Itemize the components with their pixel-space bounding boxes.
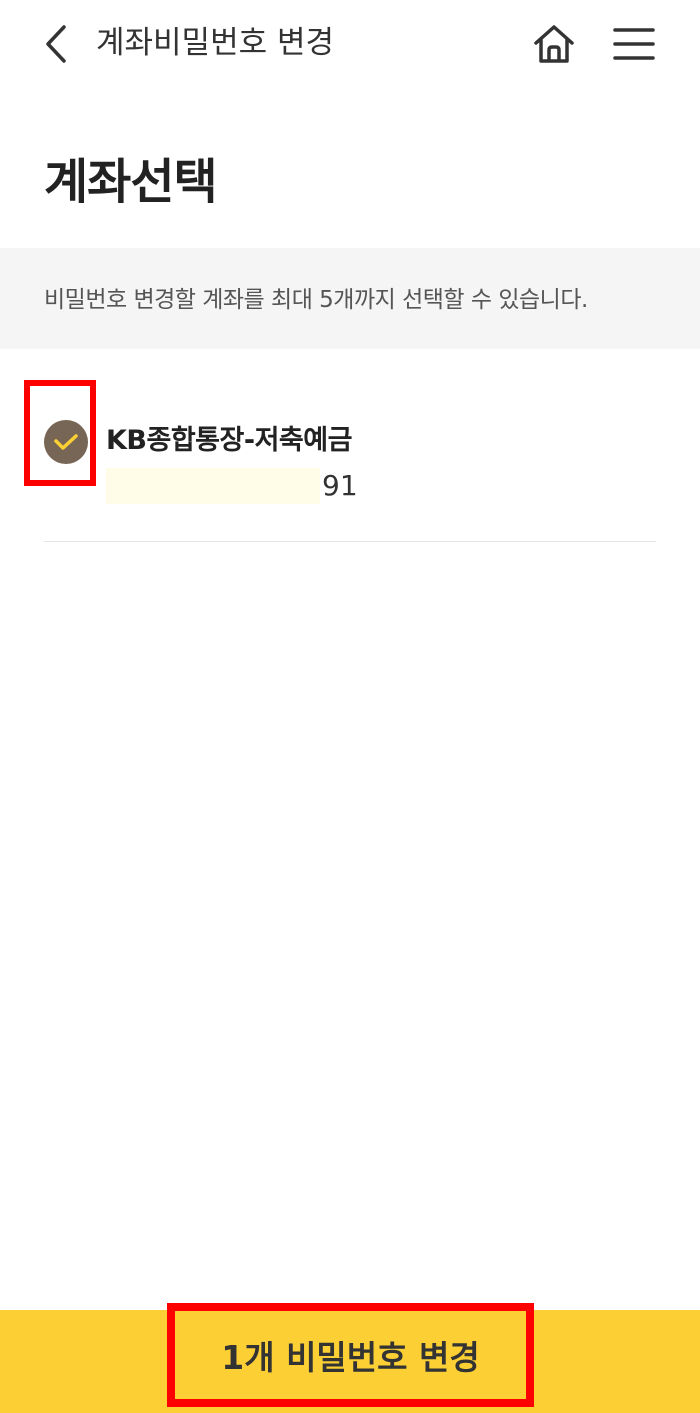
screen: 계좌비밀번호 변경 계좌선택 비밀번호 변경할 계좌를 최대 5개까지 선택할 …	[0, 0, 700, 1413]
home-button[interactable]	[530, 20, 578, 68]
account-list-item[interactable]: KB종합통장-저축예금 91	[0, 350, 700, 542]
account-number-suffix: 91	[322, 469, 358, 502]
account-number-masked	[106, 468, 320, 504]
page-title: 계좌선택	[44, 154, 218, 210]
header-title: 계좌비밀번호 변경	[96, 25, 335, 61]
notice-banner: 비밀번호 변경할 계좌를 최대 5개까지 선택할 수 있습니다.	[0, 248, 700, 349]
app-header: 계좌비밀번호 변경	[0, 0, 700, 88]
checked-circle	[44, 420, 88, 464]
hamburger-menu-icon	[613, 28, 655, 60]
list-divider	[44, 541, 656, 542]
change-password-button[interactable]: 1개 비밀번호 변경	[167, 1303, 534, 1407]
chevron-left-icon	[46, 25, 66, 63]
menu-button[interactable]	[610, 20, 658, 68]
back-button[interactable]	[36, 22, 76, 66]
checkmark-icon	[54, 434, 78, 450]
notice-text: 비밀번호 변경할 계좌를 최대 5개까지 선택할 수 있습니다.	[44, 287, 588, 313]
home-icon	[534, 25, 574, 63]
account-name: KB종합통장-저축예금	[106, 425, 352, 456]
account-checkbox[interactable]	[24, 380, 96, 486]
